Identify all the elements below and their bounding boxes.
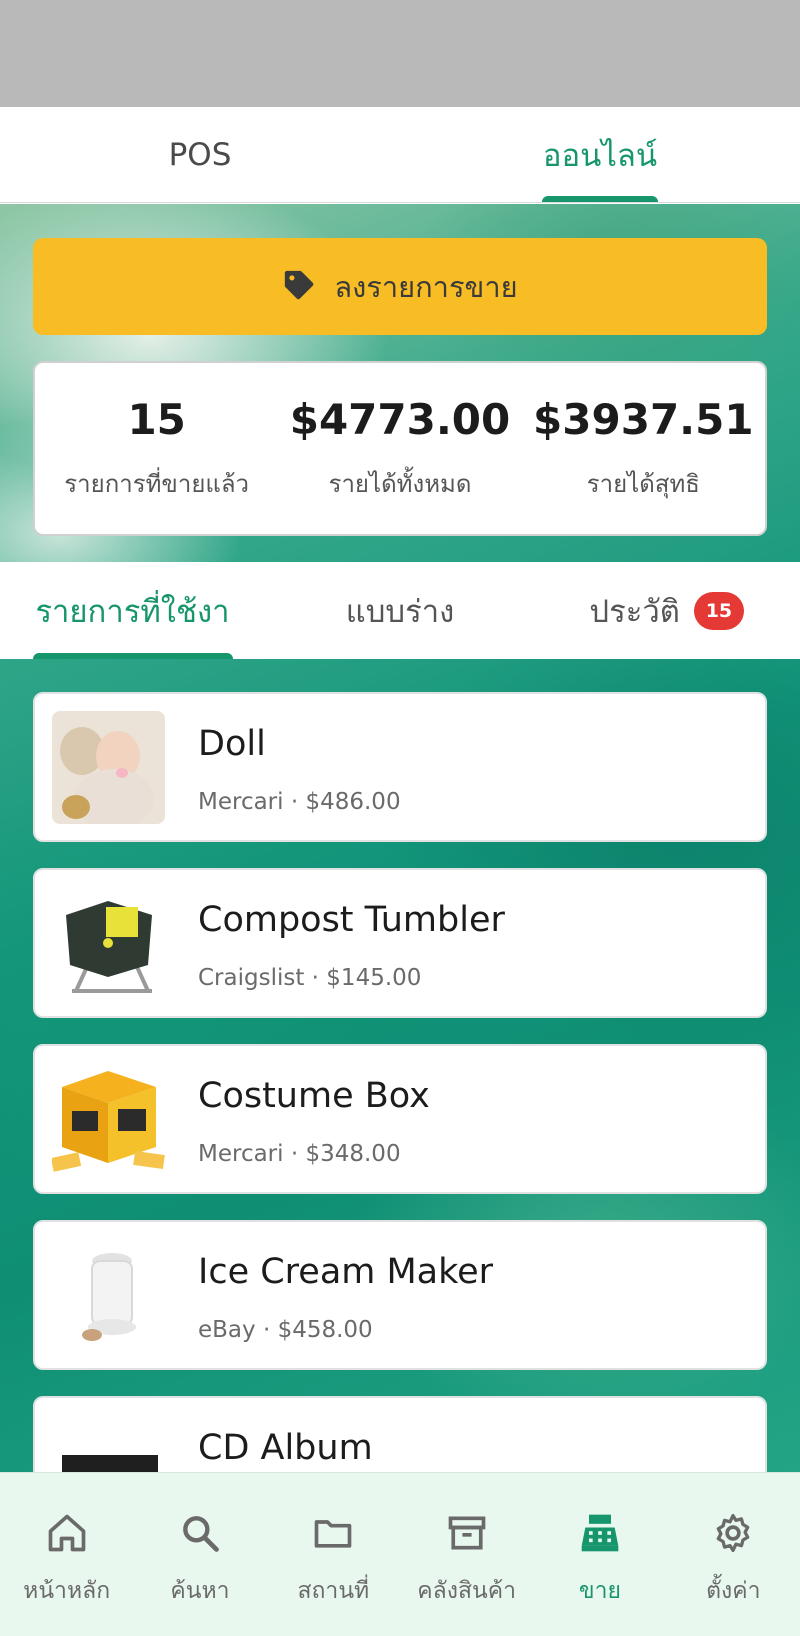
- tag-icon: [282, 268, 316, 306]
- nav-label: ขาย: [578, 1578, 622, 1604]
- nav-label: ค้นหา: [170, 1578, 230, 1604]
- gear-icon: [711, 1511, 755, 1559]
- listing-title: Costume Box: [198, 1076, 430, 1116]
- listing-platform-price: Mercari · $348.00: [198, 1141, 401, 1167]
- stat-value: $4773.00: [289, 395, 511, 444]
- stat-net-revenue: $3937.51 รายได้สุทธิ: [522, 363, 765, 534]
- cash-register-icon: [578, 1511, 622, 1559]
- listing-platform-price: Mercari · $486.00: [198, 789, 401, 815]
- doll-thumbnail: [52, 711, 165, 824]
- listing-platform-price: eBay · $458.00: [198, 1317, 373, 1343]
- costume-box-thumbnail: [52, 1063, 165, 1176]
- sales-stats-card: 15 รายการที่ขายแล้ว $4773.00 รายได้ทั้งห…: [33, 361, 767, 536]
- ice-cream-maker-thumbnail: [52, 1239, 165, 1352]
- list-item[interactable]: Compost Tumbler Craigslist · $145.00: [33, 868, 767, 1018]
- nav-settings[interactable]: ตั้งค่า: [667, 1473, 800, 1636]
- tab-drafts[interactable]: แบบร่าง: [267, 562, 534, 659]
- stat-label: รายได้ทั้งหมด: [328, 470, 472, 498]
- compost-tumbler-thumbnail: [52, 887, 165, 1000]
- home-icon: [45, 1511, 89, 1559]
- stat-label: รายการที่ขายแล้ว: [64, 470, 250, 498]
- tab-history-label: ประวัติ: [589, 593, 680, 630]
- listing-title: Doll: [198, 724, 266, 764]
- nav-label: ตั้งค่า: [706, 1578, 761, 1604]
- listing-tab-bar: รายการที่ใช้งาน แบบร่าง ประวัติ 15: [0, 562, 800, 659]
- listing-title: CD Album: [198, 1428, 373, 1468]
- nav-home[interactable]: หน้าหลัก: [0, 1473, 133, 1636]
- stat-value: 15: [127, 395, 186, 444]
- listing-title: Compost Tumbler: [198, 900, 505, 940]
- stat-value: $3937.51: [533, 395, 754, 444]
- nav-inventory[interactable]: คลังสินค้า: [400, 1473, 533, 1636]
- tab-online[interactable]: ออนไลน์: [400, 107, 800, 202]
- list-item[interactable]: Ice Cream Maker eBay · $458.00: [33, 1220, 767, 1370]
- tab-pos[interactable]: POS: [0, 107, 400, 202]
- top-tab-bar: POS ออนไลน์: [0, 107, 800, 203]
- nav-label: หน้าหลัก: [23, 1578, 111, 1604]
- nav-search[interactable]: ค้นหา: [133, 1473, 266, 1636]
- listing-title: Ice Cream Maker: [198, 1252, 494, 1292]
- archive-icon: [445, 1511, 489, 1559]
- tab-history[interactable]: ประวัติ 15: [533, 562, 800, 659]
- search-icon: [178, 1511, 222, 1559]
- stat-items-sold: 15 รายการที่ขายแล้ว: [35, 363, 278, 534]
- nav-sell[interactable]: ขาย: [533, 1473, 666, 1636]
- folder-icon: [311, 1511, 355, 1559]
- list-item[interactable]: Costume Box Mercari · $348.00: [33, 1044, 767, 1194]
- stat-label: รายได้สุทธิ: [586, 470, 700, 498]
- tab-drafts-label: แบบร่าง: [345, 593, 455, 630]
- nav-label: คลังสินค้า: [417, 1578, 517, 1604]
- list-item[interactable]: Doll Mercari · $486.00: [33, 692, 767, 842]
- history-count-badge: 15: [693, 591, 744, 630]
- nav-locations[interactable]: สถานที่: [267, 1473, 400, 1636]
- post-listing-label: ลงรายการขาย: [334, 269, 518, 304]
- post-listing-button[interactable]: ลงรายการขาย: [33, 238, 767, 335]
- tab-active-listings-label: รายการที่ใช้งาน: [35, 593, 232, 630]
- bottom-nav: หน้าหลัก ค้นหา สถานที่ คลังสินค้า ขาย ตั…: [0, 1472, 800, 1636]
- tab-active-listings[interactable]: รายการที่ใช้งาน: [0, 562, 267, 659]
- nav-label: สถานที่: [297, 1578, 370, 1604]
- listing-platform-price: Craigslist · $145.00: [198, 965, 422, 991]
- stat-total-revenue: $4773.00 รายได้ทั้งหมด: [278, 363, 521, 534]
- status-bar: [0, 0, 800, 107]
